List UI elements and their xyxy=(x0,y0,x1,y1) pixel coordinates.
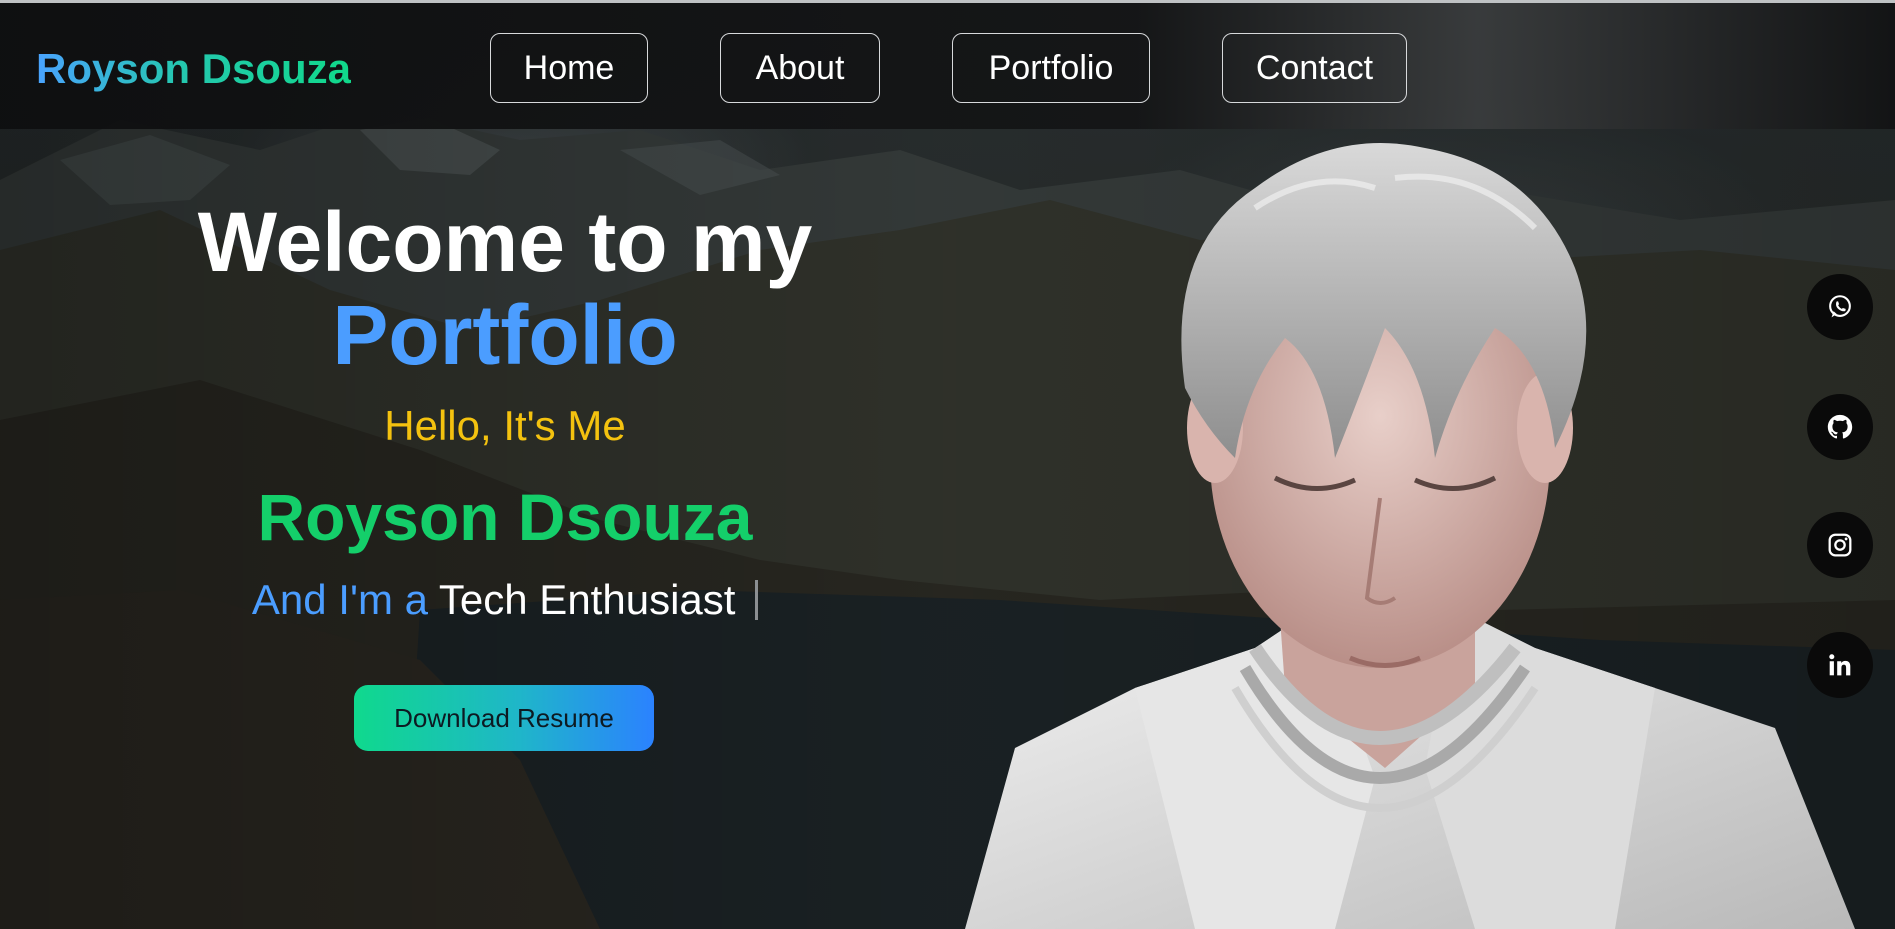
hero-section: Welcome to my Portfolio Hello, It's Me R… xyxy=(0,0,1010,929)
role-typed-word: Tech Enthusiast xyxy=(438,576,736,623)
download-resume-button[interactable]: Download Resume xyxy=(354,685,654,751)
instagram-icon xyxy=(1828,533,1852,557)
github-link[interactable] xyxy=(1807,394,1873,460)
whatsapp-link[interactable] xyxy=(1807,274,1873,340)
hero-heading-line1: Welcome to my xyxy=(197,195,813,289)
instagram-link[interactable] xyxy=(1807,512,1873,578)
avatar-illustration xyxy=(955,128,1885,929)
hero-role: And I'm a Tech Enthusiast xyxy=(0,572,1010,628)
linkedin-link[interactable] xyxy=(1807,632,1873,698)
github-icon xyxy=(1827,414,1853,439)
typing-caret xyxy=(755,580,759,620)
linkedin-icon xyxy=(1829,654,1851,676)
nav-contact-button[interactable]: Contact xyxy=(1222,33,1407,103)
hero-greeting: Hello, It's Me xyxy=(384,402,626,449)
hero-heading-line2: Portfolio xyxy=(332,288,678,382)
whatsapp-icon xyxy=(1829,295,1851,318)
role-prefix: And I'm a xyxy=(251,576,428,623)
hero-name: Royson Dsouza xyxy=(257,480,753,554)
